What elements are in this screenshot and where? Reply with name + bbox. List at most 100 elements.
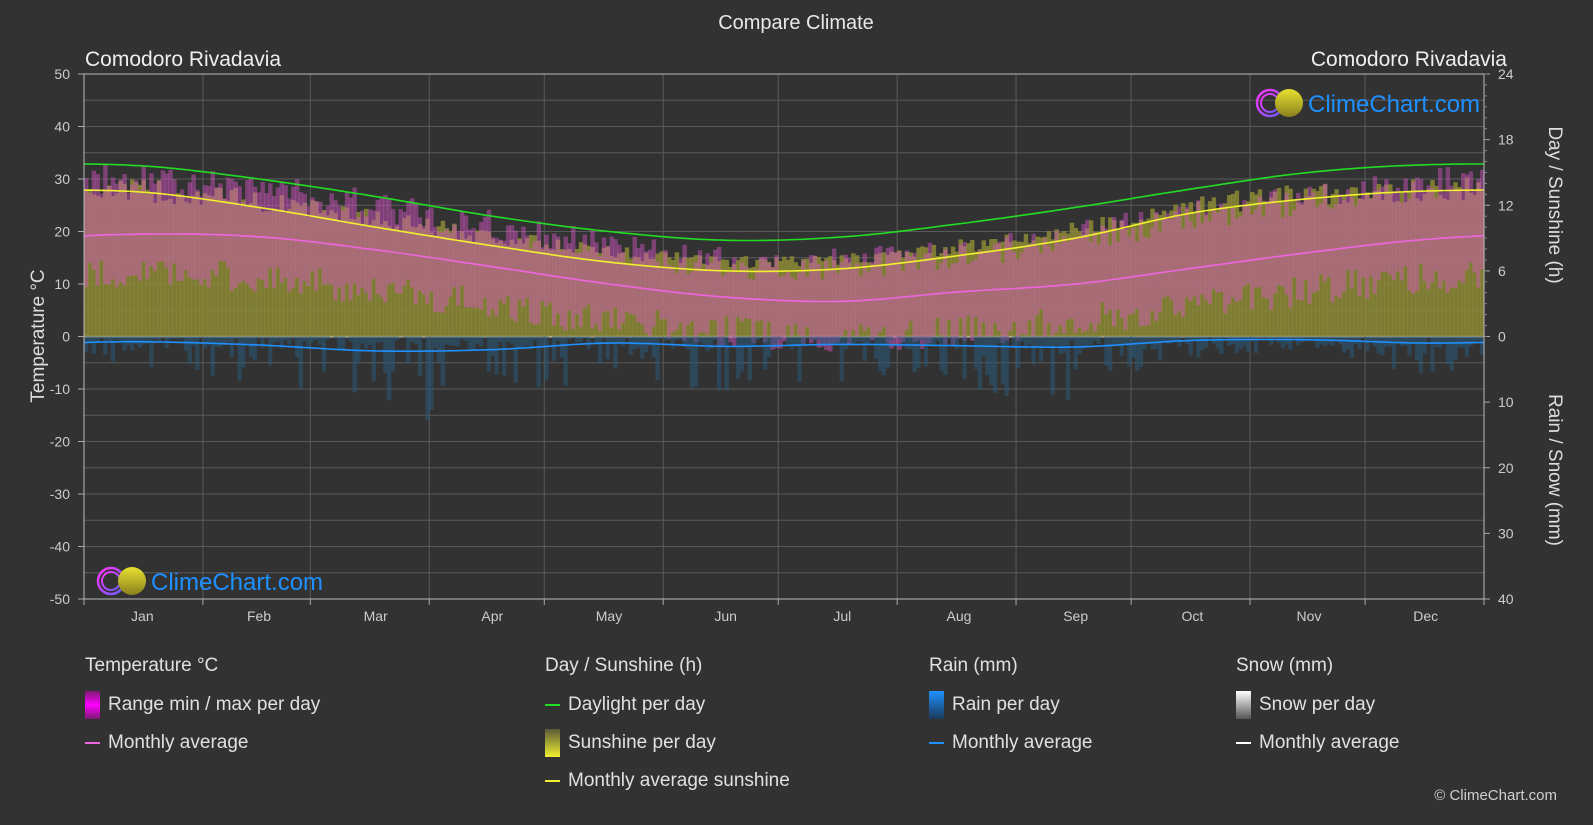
temperature-range-bar <box>1361 181 1366 278</box>
temperature-range-bar <box>1127 236 1132 315</box>
temperature-range-bar <box>505 225 511 297</box>
rain-bar <box>1031 336 1036 365</box>
rain-bar <box>153 336 158 340</box>
temperature-range-bar <box>705 253 710 335</box>
legend-snow: Snow (mm) Snow per day Monthly average <box>1236 655 1399 769</box>
rain-bar <box>1119 336 1124 356</box>
rain-bar <box>302 336 307 342</box>
rain-bar <box>797 336 802 383</box>
temperature-range-bar <box>793 279 799 325</box>
rain-bar <box>1104 336 1109 366</box>
temperature-range-bar <box>245 180 250 284</box>
rain-bar <box>870 336 875 340</box>
rain-bar <box>877 336 883 372</box>
temperature-range-bar <box>172 179 177 264</box>
rain-bar <box>268 336 273 366</box>
temperature-range-bar <box>1280 217 1286 287</box>
temperature-range-bar <box>314 201 319 291</box>
rain-bar <box>1073 336 1078 370</box>
legend-sunshine: Day / Sunshine (h) Daylight per day Suns… <box>545 655 790 807</box>
rain-bar <box>670 336 676 349</box>
temperature-range-bar <box>862 253 868 332</box>
temperature-range-bar <box>1464 174 1470 271</box>
legend-item-rain: Rain per day <box>929 691 1092 719</box>
temperature-range-bar <box>218 183 223 261</box>
temperature-range-bar <box>333 200 338 301</box>
temperature-range-bar <box>947 267 952 321</box>
temperature-range-bar <box>275 187 281 268</box>
rain-bar <box>1207 336 1213 339</box>
temperature-range-bar <box>571 225 576 330</box>
temperature-range-bar <box>248 177 254 289</box>
rain-bar <box>724 336 729 391</box>
rain-bar <box>889 336 894 342</box>
rain-bar <box>1157 336 1163 361</box>
rain-bar <box>337 336 342 350</box>
temperature-range-bar <box>482 216 488 298</box>
rain-bar <box>1269 336 1274 346</box>
temperature-range-bar <box>1173 211 1178 315</box>
temperature-range-bar <box>966 264 971 316</box>
temperature-range-bar <box>429 207 434 292</box>
temperature-range-bar <box>1242 200 1247 287</box>
temperature-range-bar <box>160 170 166 262</box>
rain-bar <box>367 336 373 346</box>
temperature-range-bar <box>1019 252 1025 335</box>
temperature-range-bar <box>632 236 637 316</box>
rain-bar <box>916 336 921 368</box>
rain-bar <box>521 336 526 349</box>
rain-bar <box>812 336 818 342</box>
rain-bar <box>613 336 618 369</box>
rain-bar <box>950 336 956 345</box>
temperature-range-bar <box>690 271 695 322</box>
temperature-range-bar <box>456 231 461 306</box>
temperature-range-bar <box>801 260 806 344</box>
rain-bar <box>720 336 725 347</box>
rain-bar <box>774 336 779 346</box>
temperature-range-bar <box>264 193 269 288</box>
temperature-range-bar <box>103 164 108 285</box>
x-tick-label: Mar <box>364 608 388 624</box>
rain-bar <box>1019 336 1025 342</box>
rain-bar <box>1131 336 1136 358</box>
temperature-range-bar <box>620 251 626 324</box>
rain-bar <box>1380 336 1385 356</box>
rain-bar <box>762 336 768 370</box>
rain-bar <box>1330 336 1335 346</box>
rain-bar <box>1288 336 1293 350</box>
rain-bar <box>908 336 913 350</box>
temperature-range-bar <box>989 250 994 337</box>
rain-bar <box>1096 336 1101 344</box>
x-tick-label: Sep <box>1063 608 1088 624</box>
temperature-range-bar <box>759 256 764 321</box>
rain-bar <box>1062 336 1067 353</box>
temperature-range-bar <box>1334 204 1339 296</box>
temperature-range-bar <box>260 182 265 281</box>
rain-bar <box>379 336 384 343</box>
rain-bar <box>176 336 181 339</box>
rain-bar <box>402 336 407 338</box>
temperature-range-bar <box>808 254 814 344</box>
temperature-range-bar <box>356 217 361 296</box>
rain-bar <box>1077 336 1082 355</box>
x-tick-label: Nov <box>1297 608 1322 624</box>
temperature-range-bar <box>831 248 837 344</box>
rain-bar <box>463 336 468 341</box>
rain-bar <box>126 336 131 345</box>
rain-bar <box>628 336 633 356</box>
temperature-range-bar <box>628 265 634 314</box>
rain-bar <box>939 336 944 371</box>
rain-bar <box>663 336 668 342</box>
temperature-range-bar <box>993 244 998 324</box>
y-tick-label-right-bottom: 30 <box>1498 525 1514 541</box>
rain-bar <box>636 336 641 348</box>
temperature-range-bar <box>1357 198 1362 296</box>
temperature-range-bar <box>782 275 787 342</box>
temperature-range-bar <box>551 233 557 326</box>
temperature-range-bar <box>1108 245 1113 310</box>
legend-temperature: Temperature °C Range min / max per day M… <box>85 655 320 769</box>
temperature-range-bar <box>1204 212 1209 300</box>
watermark-bottom: ClimeChart.com <box>96 566 323 596</box>
temperature-range-bar <box>1058 243 1063 326</box>
right-axis-bottom-label: Rain / Snow (mm) <box>1544 394 1565 546</box>
